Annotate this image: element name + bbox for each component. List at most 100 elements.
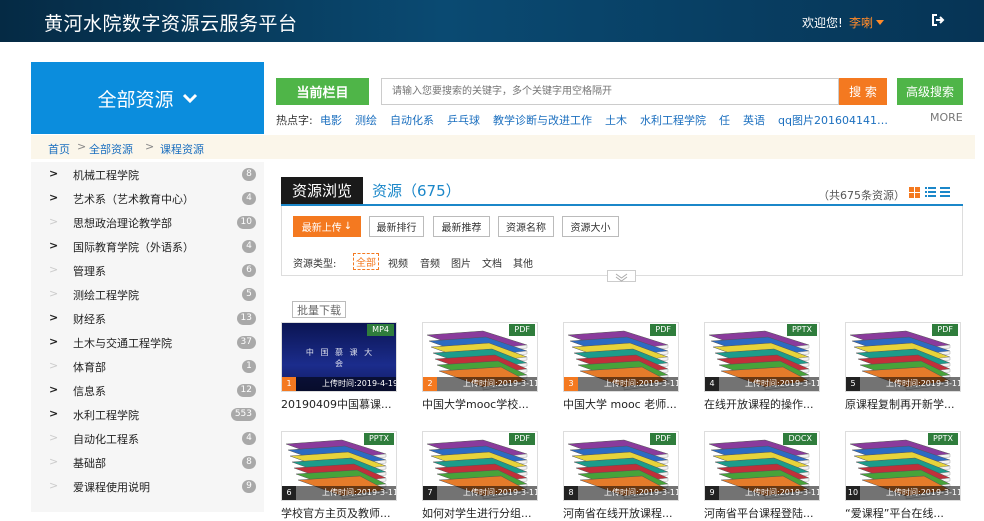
bulk-download-button[interactable]: 批量下载 bbox=[292, 301, 346, 318]
welcome-text: 欢迎您! bbox=[802, 16, 843, 30]
resource-name-link[interactable]: 在线开放课程的操作... bbox=[704, 396, 824, 412]
chevron-right-icon: > bbox=[49, 311, 59, 324]
chevron-right-icon: > bbox=[49, 239, 59, 252]
sidebar-item[interactable]: > 思想政治理论教学部 10 bbox=[31, 210, 264, 234]
resource-name-link[interactable]: “爱课程”平台在线... bbox=[845, 505, 965, 521]
advanced-search-button[interactable]: 高级搜索 bbox=[897, 78, 963, 105]
grid-view-icon bbox=[909, 187, 920, 198]
rank-badge: 7 bbox=[423, 486, 437, 500]
upload-time: 上传时间:2019-3-11 bbox=[322, 488, 397, 497]
hot-word-link[interactable]: 乒乓球 bbox=[447, 112, 480, 128]
resource-name-link[interactable]: 学校官方主页及教师... bbox=[281, 505, 401, 521]
sidebar-item[interactable]: > 爱课程使用说明 9 bbox=[31, 474, 264, 498]
all-resources-button[interactable]: 全部资源 bbox=[31, 62, 264, 134]
sidebar-item-label: 水利工程学院 bbox=[73, 409, 139, 422]
sidebar-item-label: 机械工程学院 bbox=[73, 169, 139, 182]
hot-word-link[interactable]: 教学诊断与改进工作 bbox=[493, 112, 592, 128]
view-mode-switcher[interactable] bbox=[909, 187, 951, 199]
sort-latest-recommend-button[interactable]: 最新推荐 bbox=[433, 216, 490, 237]
file-type-badge: PDF bbox=[650, 433, 676, 445]
type-audio[interactable]: 音频 bbox=[420, 255, 440, 270]
collapse-toggle[interactable] bbox=[607, 270, 636, 282]
resource-thumbnail[interactable]: PDF 2 上传时间:2019-3-11 bbox=[422, 322, 538, 392]
sort-size-button[interactable]: 资源大小 bbox=[562, 216, 619, 237]
count-badge: 6 bbox=[242, 264, 256, 277]
resource-name-link[interactable]: 如何对学生进行分组... bbox=[422, 505, 542, 521]
chevron-right-icon: > bbox=[49, 287, 59, 300]
search-input[interactable] bbox=[381, 78, 839, 105]
logout-icon[interactable] bbox=[931, 13, 945, 27]
sidebar-item[interactable]: > 管理系 6 bbox=[31, 258, 264, 282]
resource-thumbnail[interactable]: PDF 7 上传时间:2019-3-11 bbox=[422, 431, 538, 501]
sidebar-item[interactable]: > 自动化工程系 4 bbox=[31, 426, 264, 450]
hot-word-link[interactable]: qq图片201604141… bbox=[778, 112, 888, 128]
hot-word-link[interactable]: 水利工程学院 bbox=[640, 112, 706, 128]
count-badge: 10 bbox=[236, 216, 256, 229]
rank-badge: 8 bbox=[564, 486, 578, 500]
hot-word-link[interactable]: 英语 bbox=[743, 112, 765, 128]
type-all[interactable]: 全部 bbox=[353, 253, 379, 270]
hot-word-link[interactable]: 任 bbox=[719, 112, 730, 128]
chevron-right-icon: > bbox=[49, 191, 59, 204]
hot-word-link[interactable]: 测绘 bbox=[355, 112, 377, 128]
file-type-badge: PDF bbox=[650, 324, 676, 336]
upload-time: 上传时间:2019-3-11 bbox=[604, 379, 679, 388]
resource-name-link[interactable]: 中国大学mooc学校... bbox=[422, 396, 542, 412]
sidebar-item[interactable]: > 艺术系（艺术教育中心） 4 bbox=[31, 186, 264, 210]
more-link[interactable]: MORE bbox=[930, 111, 963, 124]
sidebar-item-label: 自动化工程系 bbox=[73, 433, 139, 446]
sort-latest-upload-button[interactable]: 最新上传 ↓ bbox=[293, 216, 361, 237]
resource-thumbnail[interactable]: PDF 8 上传时间:2019-3-11 bbox=[563, 431, 679, 501]
sidebar-item-label: 体育部 bbox=[73, 361, 106, 374]
hot-word-link[interactable]: 土木 bbox=[605, 112, 627, 128]
count-badge: 8 bbox=[242, 456, 256, 469]
site-title[interactable]: 黄河水院数字资源云服务平台 bbox=[44, 9, 298, 36]
hot-word-link[interactable]: 自动化系 bbox=[390, 112, 434, 128]
sort-label: 最新上传 bbox=[301, 223, 342, 234]
breadcrumb-course-resources[interactable]: 课程资源 bbox=[160, 141, 204, 157]
sort-latest-ranking-button[interactable]: 最新排行 bbox=[369, 216, 424, 237]
rank-badge: 4 bbox=[705, 377, 719, 391]
type-document[interactable]: 文档 bbox=[482, 255, 502, 270]
chevron-right-icon: > bbox=[49, 335, 59, 348]
sidebar-item[interactable]: > 土木与交通工程学院 37 bbox=[31, 330, 264, 354]
count-badge: 4 bbox=[242, 192, 256, 205]
resource-name-link[interactable]: 河南省在线开放课程... bbox=[563, 505, 683, 521]
search-button[interactable]: 搜 索 bbox=[839, 78, 887, 105]
sidebar-item[interactable]: > 水利工程学院 553 bbox=[31, 402, 264, 426]
current-column-button[interactable]: 当前栏目 bbox=[276, 78, 369, 105]
type-video[interactable]: 视频 bbox=[388, 255, 408, 270]
upload-time: 上传时间:2019-4-19 bbox=[322, 379, 397, 388]
sidebar-item[interactable]: > 测绘工程学院 5 bbox=[31, 282, 264, 306]
resource-thumbnail[interactable]: PPTX 10 上传时间:2019-3-11 bbox=[845, 431, 961, 501]
tab-resource-browse[interactable]: 资源浏览 bbox=[281, 177, 363, 204]
sidebar-item[interactable]: > 国际教育学院（外语系） 4 bbox=[31, 234, 264, 258]
sidebar-item[interactable]: > 信息系 12 bbox=[31, 378, 264, 402]
resource-name-link[interactable]: 20190409中国慕课... bbox=[281, 396, 401, 412]
resource-thumbnail[interactable]: 中 国 慕 课 大 会 MP4 1 上传时间:2019-4-19 bbox=[281, 322, 397, 392]
hot-words-list: 电影 测绘 自动化系 乒乓球 教学诊断与改进工作 土木 水利工程学院任英语 qq图片20160… bbox=[320, 112, 896, 128]
type-other[interactable]: 其他 bbox=[513, 255, 533, 270]
user-menu[interactable]: 李喇 bbox=[849, 14, 873, 31]
type-image[interactable]: 图片 bbox=[451, 255, 471, 270]
resource-name-link[interactable]: 河南省平台课程登陆... bbox=[704, 505, 824, 521]
resource-thumbnail[interactable]: PDF 5 上传时间:2019-3-11 bbox=[845, 322, 961, 392]
sidebar-item[interactable]: > 体育部 1 bbox=[31, 354, 264, 378]
hot-word-link[interactable]: 电影 bbox=[320, 112, 342, 128]
resource-thumbnail[interactable]: PPTX 4 上传时间:2019-3-11 bbox=[704, 322, 820, 392]
chevron-right-icon: > bbox=[49, 407, 59, 420]
breadcrumb-all-resources[interactable]: 全部资源 bbox=[89, 141, 133, 157]
sidebar-item[interactable]: > 财经系 13 bbox=[31, 306, 264, 330]
chevron-down-icon[interactable] bbox=[876, 20, 884, 25]
sort-name-button[interactable]: 资源名称 bbox=[498, 216, 554, 237]
resource-type-label: 资源类型: bbox=[293, 259, 337, 270]
resource-thumbnail[interactable]: DOCX 9 上传时间:2019-3-11 bbox=[704, 431, 820, 501]
sidebar-item[interactable]: > 基础部 8 bbox=[31, 450, 264, 474]
resource-thumbnail[interactable]: PDF 3 上传时间:2019-3-11 bbox=[563, 322, 679, 392]
rank-badge: 5 bbox=[846, 377, 860, 391]
resource-thumbnail[interactable]: PPTX 6 上传时间:2019-3-11 bbox=[281, 431, 397, 501]
sidebar-item[interactable]: > 机械工程学院 8 bbox=[31, 162, 264, 186]
breadcrumb-home[interactable]: 首页 bbox=[48, 141, 70, 157]
resource-name-link[interactable]: 中国大学 mooc 老师... bbox=[563, 396, 683, 412]
resource-name-link[interactable]: 原课程复制再开新学... bbox=[845, 396, 965, 412]
